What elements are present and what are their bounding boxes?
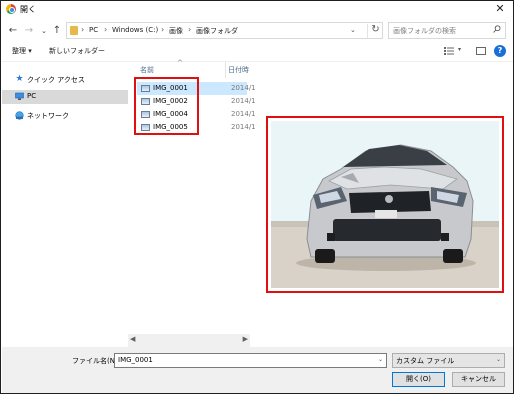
chevron-down-icon[interactable]: ⌄ [496,356,501,363]
navigation-pane: ★ クイック アクセス PC ネットワーク [2,62,128,347]
file-date: 2014/1 [231,84,256,92]
up-arrow-icon[interactable]: ↑ [50,24,64,38]
preview-pane-icon[interactable] [476,47,486,55]
breadcrumb-pc[interactable]: PC [89,26,98,34]
navigation-bar: ← → ⌄ ↑ › PC › Windows (C:) › 画像 › 画像フォル… [2,19,513,43]
filename-label: ファイル名(N): [72,357,121,365]
column-header-name[interactable]: 名前 [140,65,154,75]
filename-value[interactable]: IMG_0001 [118,356,153,364]
forward-arrow-icon[interactable]: → [22,24,36,38]
search-icon[interactable] [493,25,501,35]
open-file-dialog: 開く ✕ ← → ⌄ ↑ › PC › Windows (C:) › 画像 › … [0,0,514,394]
sidebar-item-network[interactable]: ネットワーク [2,109,128,123]
scroll-left-icon[interactable]: ◀ [130,335,135,343]
new-folder-button[interactable]: 新しいフォルダー [49,46,105,56]
sort-ascending-icon: ^ [177,59,183,67]
chevron-right-icon[interactable]: › [104,25,107,34]
back-arrow-icon[interactable]: ← [6,24,20,38]
breadcrumb-image-folder[interactable]: 画像フォルダ [196,26,238,36]
column-divider[interactable] [225,62,226,78]
title-bar: 開く ✕ [2,2,513,17]
help-icon[interactable]: ? [494,45,506,57]
view-options-icon[interactable] [444,47,454,57]
scroll-right-icon[interactable]: ▶ [243,335,248,343]
dialog-footer: ファイル名(N): IMG_0001 ⌄ カスタム ファイル ⌄ 開く(O) キ… [2,347,513,393]
search-box[interactable]: 画像フォルダの検索 [388,22,506,39]
car-preview-image [271,121,499,288]
open-button[interactable]: 開く(O) [392,372,445,387]
filename-input[interactable]: IMG_0001 ⌄ [114,353,387,368]
sidebar-item-quick-access[interactable]: ★ クイック アクセス [2,73,128,87]
sidebar-item-label: ネットワーク [27,112,69,120]
search-placeholder[interactable]: 画像フォルダの検索 [393,26,456,36]
column-header-date[interactable]: 日付時 [228,65,249,75]
chevron-right-icon[interactable]: › [161,25,164,34]
recent-locations-chevron-icon[interactable]: ⌄ [37,24,51,38]
sidebar-item-label: PC [27,92,37,100]
computer-icon [15,92,24,101]
refresh-icon[interactable]: ↻ [367,24,383,39]
star-icon: ★ [15,74,24,84]
cancel-button[interactable]: キャンセル [452,372,505,387]
file-date: 2014/1 [231,110,256,118]
sidebar-item-pc[interactable]: PC [2,90,128,104]
file-date: 2014/1 [231,97,256,105]
breadcrumb-windows-c[interactable]: Windows (C:) [112,26,158,34]
address-bar[interactable]: › PC › Windows (C:) › 画像 › 画像フォルダ ⌄ ↻ [66,22,383,39]
highlight-box [134,77,199,135]
chevron-down-icon[interactable]: ⌄ [378,356,383,363]
sidebar-item-label: クイック アクセス [27,76,85,84]
network-icon [15,111,24,120]
organize-button[interactable]: 整理 ▾ [12,46,32,56]
breadcrumb-images[interactable]: 画像 [169,26,183,36]
folder-icon [70,26,78,35]
preview-pane [266,116,504,293]
window-title: 開く [20,5,36,14]
view-dropdown-icon[interactable]: ▾ [458,46,461,53]
address-dropdown-icon[interactable]: ⌄ [350,26,356,34]
file-type-value[interactable]: カスタム ファイル [396,356,454,366]
command-toolbar: 整理 ▾ 新しいフォルダー ▾ ? [2,43,513,61]
chrome-icon [6,4,16,14]
chevron-right-icon[interactable]: › [81,25,84,34]
close-icon[interactable]: ✕ [493,2,507,16]
file-date: 2014/1 [231,123,256,131]
horizontal-scrollbar[interactable]: ◀ ▶ [128,334,250,347]
file-type-select[interactable]: カスタム ファイル ⌄ [392,353,505,368]
chevron-right-icon[interactable]: › [188,25,191,34]
